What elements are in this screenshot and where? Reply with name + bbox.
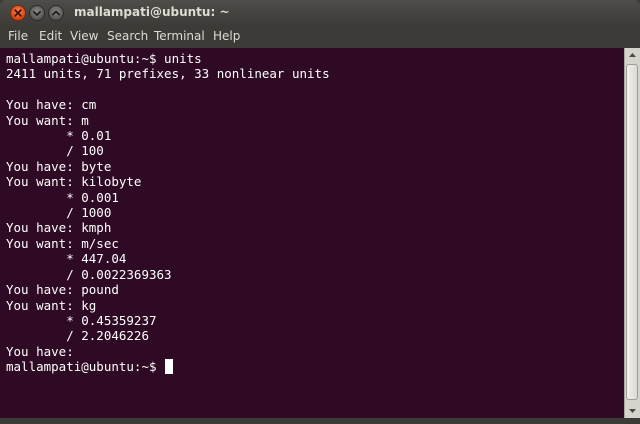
close-button[interactable] — [10, 5, 26, 21]
terminal-line: You have: byte — [6, 158, 112, 174]
menu-edit[interactable]: Edit — [39, 29, 62, 43]
terminal-line: * 0.01 — [6, 128, 112, 144]
title-bar[interactable]: mallampati@ubuntu: ~ — [0, 0, 640, 26]
menu-bar: File Edit View Search Terminal Help — [0, 26, 640, 48]
terminal-line: mallampati@ubuntu:~$ units — [6, 51, 202, 66]
terminal-line: You want: kg — [6, 297, 97, 313]
window-title: mallampati@ubuntu: ~ — [74, 5, 230, 19]
minimize-icon — [33, 11, 41, 16]
scrollbar-thumb[interactable] — [626, 64, 638, 400]
terminal-line: You have: cm — [6, 97, 97, 113]
menu-file[interactable]: File — [8, 29, 28, 43]
menu-terminal[interactable]: Terminal — [154, 29, 205, 43]
terminal-line: You want: m/sec — [6, 235, 119, 251]
terminal-line: / 0.0022369363 — [6, 266, 172, 282]
terminal-line: You have: kmph — [6, 220, 112, 236]
terminal-window: mallampati@ubuntu: ~ File Edit View Sear… — [0, 0, 640, 424]
terminal-line: * 447.04 — [6, 251, 127, 267]
text-cursor[interactable] — [165, 359, 174, 375]
terminal-line: You have: pound — [6, 282, 119, 298]
scroll-down-button[interactable] — [625, 404, 640, 418]
chevron-up-icon — [629, 53, 636, 57]
terminal-line: / 1000 — [6, 205, 112, 221]
terminal-output-area[interactable]: mallampati@ubuntu:~$ units 2411 units, 7… — [0, 48, 624, 418]
menu-search[interactable]: Search — [107, 29, 148, 43]
terminal-text: mallampati@ubuntu:~$ units 2411 units, 7… — [6, 51, 330, 375]
terminal-line: * 0.001 — [6, 189, 119, 205]
vertical-scrollbar[interactable] — [624, 48, 640, 418]
minimize-button[interactable] — [29, 5, 45, 21]
terminal-line: / 100 — [6, 143, 104, 159]
maximize-button[interactable] — [48, 5, 64, 21]
terminal-line: / 2.2046226 — [6, 328, 149, 344]
terminal-line: You have: — [6, 343, 74, 359]
terminal-line: 2411 units, 71 prefixes, 33 nonlinear un… — [6, 66, 330, 82]
terminal-line: * 0.45359237 — [6, 312, 157, 328]
scroll-up-button[interactable] — [625, 48, 640, 62]
terminal-line: You want: m — [6, 112, 89, 128]
menu-help[interactable]: Help — [213, 29, 240, 43]
close-icon — [14, 9, 22, 17]
command-prompt: mallampati@ubuntu:~$ — [6, 359, 165, 375]
terminal-line: You want: kilobyte — [6, 174, 142, 190]
chevron-down-icon — [629, 409, 636, 413]
window-bottom-border — [0, 418, 640, 424]
menu-view[interactable]: View — [70, 29, 98, 43]
maximize-icon — [52, 10, 60, 16]
